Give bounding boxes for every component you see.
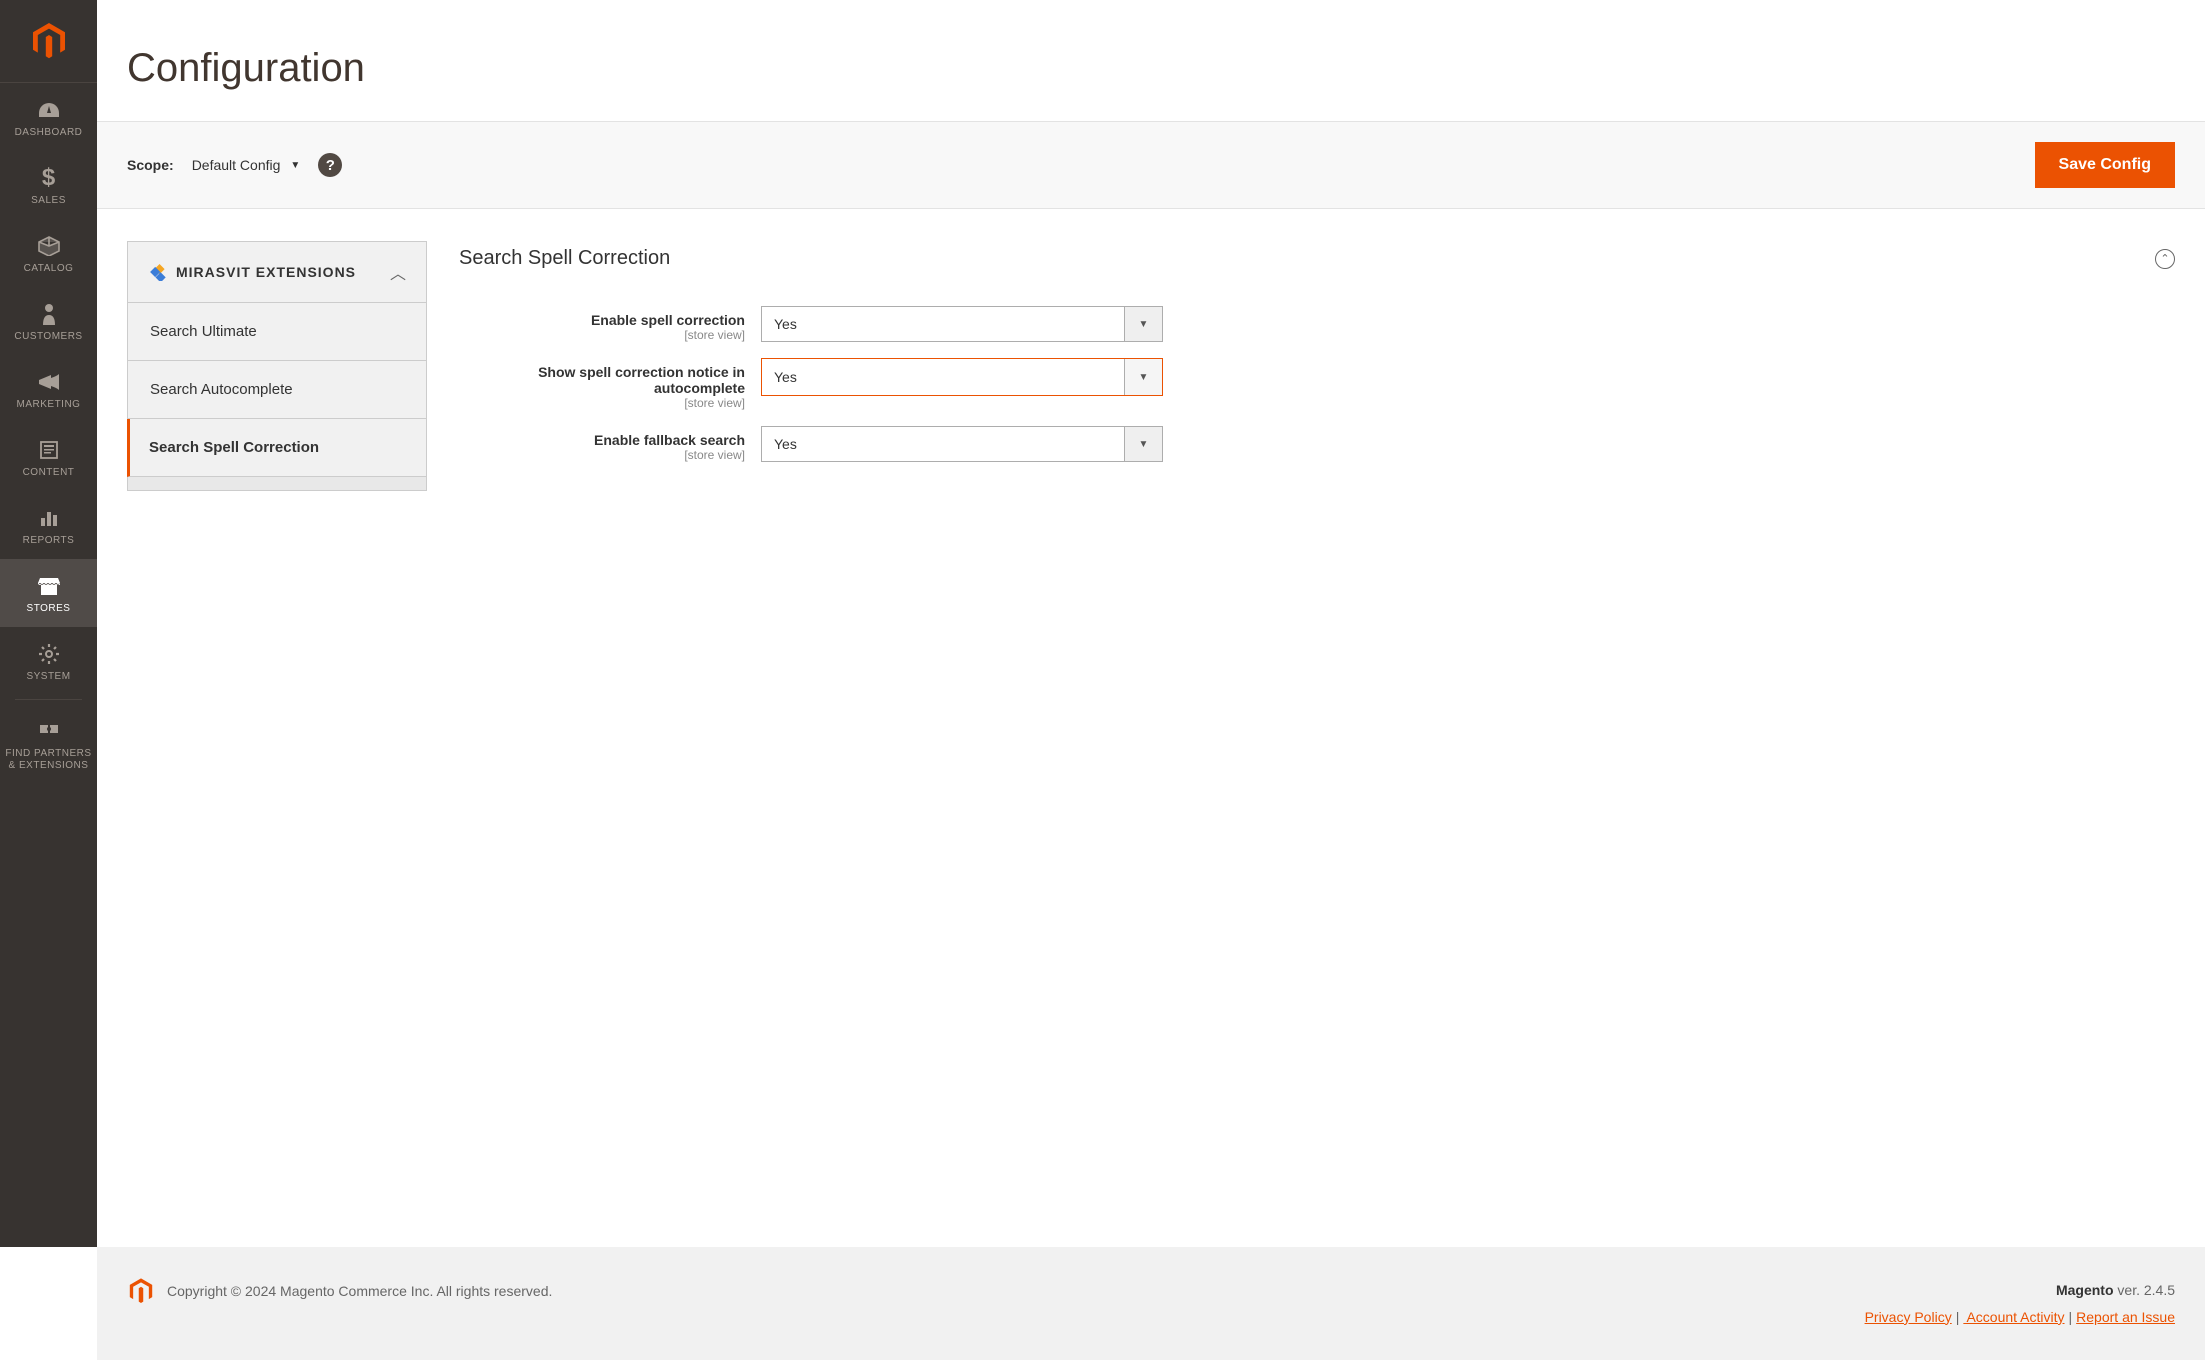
help-icon[interactable]: ?	[318, 153, 342, 177]
scope-value: Default Config	[192, 157, 281, 173]
field-label: Enable fallback search	[459, 432, 745, 448]
puzzle-icon	[38, 718, 60, 744]
link-report-issue[interactable]: Report an Issue	[2076, 1309, 2175, 1325]
field-scope: [store view]	[459, 448, 745, 462]
caret-down-icon: ▼	[1124, 359, 1162, 395]
select-show-notice-autocomplete[interactable]: Yes ▼	[761, 358, 1163, 396]
section-header[interactable]: Search Spell Correction ⌃	[459, 241, 2175, 298]
nav-find-partners[interactable]: FIND PARTNERS & EXTENSIONS	[0, 704, 97, 784]
config-content: MIRASVIT EXTENSIONS ︿ Search Ultimate Se…	[97, 209, 2205, 1247]
nav-reports[interactable]: REPORTS	[0, 491, 97, 559]
nav-content[interactable]: CONTENT	[0, 423, 97, 491]
field-scope: [store view]	[459, 328, 745, 342]
field-label: Enable spell correction	[459, 312, 745, 328]
link-account-activity[interactable]: Account Activity	[1963, 1309, 2064, 1325]
caret-down-icon: ▼	[1124, 427, 1162, 461]
dollar-icon: $	[42, 165, 55, 191]
select-value: Yes	[762, 369, 809, 385]
nav-customers[interactable]: CUSTOMERS	[0, 287, 97, 355]
nav-label: MARKETING	[13, 399, 85, 411]
nav-label: FIND PARTNERS & EXTENSIONS	[0, 748, 97, 772]
store-icon	[38, 573, 60, 599]
save-config-button[interactable]: Save Config	[2035, 142, 2175, 188]
admin-sidebar: DASHBOARD $ SALES CATALOG CUSTOMERS MARK…	[0, 0, 97, 1247]
magento-logo-icon	[29, 21, 69, 61]
nav-label: SYSTEM	[22, 671, 74, 683]
brand-name: Magento	[2056, 1282, 2114, 1298]
toolbar: Scope: Default Config ▼ ? Save Config	[97, 121, 2205, 209]
nav-marketing[interactable]: MARKETING	[0, 355, 97, 423]
field-enable-fallback-search: Enable fallback search [store view] Yes …	[459, 418, 2175, 470]
nav-sales[interactable]: $ SALES	[0, 151, 97, 219]
nav-label: REPORTS	[19, 535, 79, 547]
chevron-up-icon: ︿	[390, 260, 406, 284]
megaphone-icon	[37, 369, 61, 395]
scope-switcher: Scope: Default Config ▼ ?	[127, 153, 342, 177]
config-tab-search-ultimate[interactable]: Search Ultimate	[127, 303, 427, 361]
link-privacy-policy[interactable]: Privacy Policy	[1865, 1309, 1952, 1325]
nav-separator	[15, 699, 83, 700]
scope-select[interactable]: Default Config ▼	[192, 157, 301, 173]
collapse-icon: ⌃	[2155, 249, 2175, 269]
select-value: Yes	[762, 436, 809, 452]
nav-catalog[interactable]: CATALOG	[0, 219, 97, 287]
config-tab-search-spell-correction[interactable]: Search Spell Correction	[127, 419, 427, 477]
caret-down-icon: ▼	[1124, 307, 1162, 341]
nav-label: STORES	[23, 603, 75, 615]
nav-stores[interactable]: STORES	[0, 559, 97, 627]
page-icon	[39, 437, 59, 463]
field-label: Show spell correction notice in autocomp…	[459, 364, 745, 396]
copyright-text: Copyright © 2024 Magento Commerce Inc. A…	[167, 1283, 552, 1299]
tab-group-title: MIRASVIT EXTENSIONS	[176, 264, 356, 280]
select-enable-spell-correction[interactable]: Yes ▼	[761, 306, 1163, 342]
gear-icon	[38, 641, 60, 667]
select-enable-fallback-search[interactable]: Yes ▼	[761, 426, 1163, 462]
field-show-notice-autocomplete: Show spell correction notice in autocomp…	[459, 350, 2175, 418]
nav-system[interactable]: SYSTEM	[0, 627, 97, 695]
nav-label: CUSTOMERS	[10, 331, 86, 343]
config-section: Search Spell Correction ⌃ Enable spell c…	[459, 241, 2191, 1187]
main-content: Configuration Scope: Default Config ▼ ? …	[97, 0, 2205, 1247]
config-tabs: MIRASVIT EXTENSIONS ︿ Search Ultimate Se…	[127, 241, 427, 1187]
logo[interactable]	[0, 0, 97, 83]
caret-down-icon: ▼	[290, 160, 300, 171]
nav-label: SALES	[27, 195, 70, 207]
field-enable-spell-correction: Enable spell correction [store view] Yes…	[459, 298, 2175, 350]
footer: Copyright © 2024 Magento Commerce Inc. A…	[97, 1247, 2205, 1360]
select-value: Yes	[762, 316, 809, 332]
nav-label: CONTENT	[19, 467, 79, 479]
version-text: ver. 2.4.5	[2114, 1282, 2175, 1298]
bar-chart-icon	[39, 505, 59, 531]
config-tab-search-autocomplete[interactable]: Search Autocomplete	[127, 361, 427, 419]
box-icon	[38, 233, 60, 259]
person-icon	[41, 301, 57, 327]
magento-logo-icon	[127, 1277, 155, 1305]
nav-dashboard[interactable]: DASHBOARD	[0, 83, 97, 151]
section-title: Search Spell Correction	[459, 247, 670, 270]
tab-footer	[127, 477, 427, 491]
mirasvit-icon	[148, 263, 166, 281]
field-scope: [store view]	[459, 396, 745, 410]
tab-group-header[interactable]: MIRASVIT EXTENSIONS ︿	[127, 241, 427, 303]
nav-label: CATALOG	[20, 263, 78, 275]
gauge-icon	[37, 97, 61, 123]
page-title: Configuration	[97, 0, 2205, 121]
nav-label: DASHBOARD	[11, 127, 87, 139]
scope-label: Scope:	[127, 157, 174, 173]
